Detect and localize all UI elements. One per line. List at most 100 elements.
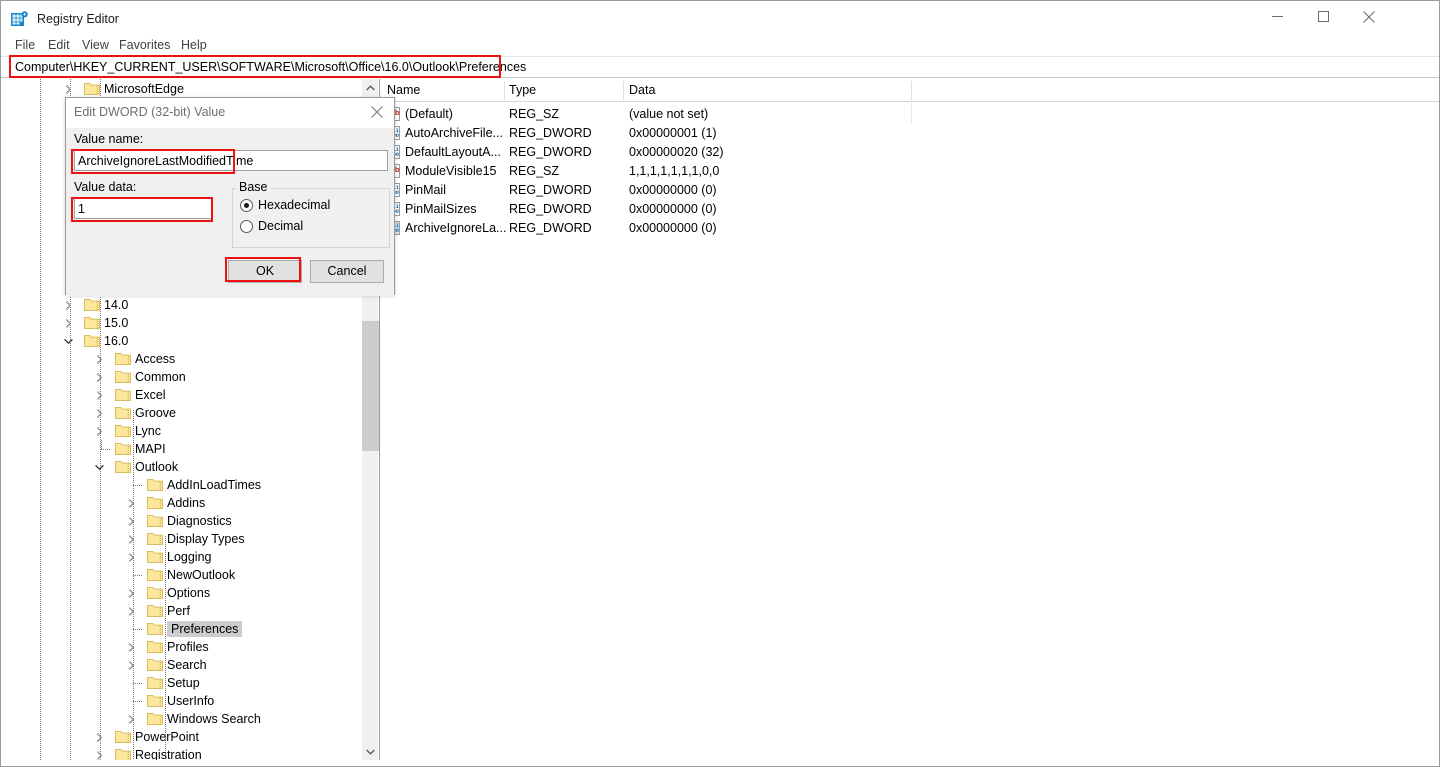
table-row[interactable]: ab(Default)REG_SZ(value not set): [381, 105, 1439, 124]
tree-item-outlook[interactable]: Outlook: [2, 458, 357, 476]
radio-mark-decimal[interactable]: [240, 219, 253, 233]
column-divider[interactable]: [504, 81, 505, 100]
tree-item-lync[interactable]: Lync: [2, 422, 357, 440]
chevron-right-icon[interactable]: [126, 642, 137, 653]
chevron-down-icon[interactable]: [94, 462, 105, 473]
tree-item-label: Common: [135, 370, 186, 384]
tree-item-excel[interactable]: Excel: [2, 386, 357, 404]
column-header-data[interactable]: Data: [629, 83, 655, 97]
table-row[interactable]: abModuleVisible15REG_SZ1,1,1,1,1,1,1,0,0: [381, 162, 1439, 181]
tree-item-powerpoint[interactable]: PowerPoint: [2, 728, 357, 746]
scroll-up-button[interactable]: [362, 79, 379, 96]
tree-item-userinfo[interactable]: UserInfo: [2, 692, 357, 710]
tree-item-newoutlook[interactable]: NewOutlook: [2, 566, 357, 584]
tree-item-windows-search[interactable]: Windows Search: [2, 710, 357, 728]
base-groupbox: [232, 188, 390, 248]
column-header-type[interactable]: Type: [509, 83, 536, 97]
tree-item-15-0[interactable]: 15.0: [2, 314, 357, 332]
menu-item-view[interactable]: View: [79, 37, 112, 53]
table-row[interactable]: 011100AutoArchiveFile...REG_DWORD0x00000…: [381, 124, 1439, 143]
chevron-right-icon[interactable]: [94, 408, 105, 419]
chevron-right-icon[interactable]: [126, 516, 137, 527]
tree-item-preferences[interactable]: Preferences: [2, 620, 357, 638]
chevron-right-icon[interactable]: [126, 714, 137, 725]
radio-decimal[interactable]: Decimal: [240, 219, 303, 233]
value-data-input[interactable]: [74, 198, 212, 219]
scroll-down-button[interactable]: [362, 743, 379, 760]
tree-item-logging[interactable]: Logging: [2, 548, 357, 566]
chevron-right-icon[interactable]: [126, 606, 137, 617]
tree-item-14-0[interactable]: 14.0: [2, 296, 357, 314]
tree-item-groove[interactable]: Groove: [2, 404, 357, 422]
table-row[interactable]: 011100PinMailREG_DWORD0x00000000 (0): [381, 181, 1439, 200]
menu-item-file[interactable]: File: [12, 37, 38, 53]
chevron-right-icon[interactable]: [126, 552, 137, 563]
value-name-input[interactable]: [74, 150, 388, 171]
tree-item-16-0[interactable]: 16.0: [2, 332, 357, 350]
folder-icon: [115, 442, 131, 455]
chevron-right-icon[interactable]: [126, 534, 137, 545]
chevron-right-icon[interactable]: [94, 354, 105, 365]
tree-item-diagnostics[interactable]: Diagnostics: [2, 512, 357, 530]
value-type-cell: REG_DWORD: [509, 221, 592, 235]
tree-item-setup[interactable]: Setup: [2, 674, 357, 692]
chevron-right-icon[interactable]: [126, 498, 137, 509]
tree-item-addins[interactable]: Addins: [2, 494, 357, 512]
tree-item-addinloadtimes[interactable]: AddInLoadTimes: [2, 476, 357, 494]
dialog-close-button[interactable]: [364, 101, 390, 123]
folder-icon: [147, 712, 163, 725]
cancel-button[interactable]: Cancel: [310, 260, 384, 283]
minimize-button[interactable]: [1254, 1, 1300, 32]
radio-label-hexadecimal: Hexadecimal: [258, 198, 331, 212]
chevron-right-icon[interactable]: [94, 732, 105, 743]
address-bar[interactable]: Computer\HKEY_CURRENT_USER\SOFTWARE\Micr…: [1, 56, 1439, 78]
chevron-down-icon[interactable]: [63, 336, 74, 347]
folder-icon: [147, 550, 163, 563]
table-row[interactable]: 011100ArchiveIgnoreLa...REG_DWORD0x00000…: [381, 219, 1439, 238]
value-data-cell: (value not set): [629, 107, 709, 121]
menu-item-edit[interactable]: Edit: [45, 37, 73, 53]
tree-item-search[interactable]: Search: [2, 656, 357, 674]
table-row[interactable]: 011100DefaultLayoutA...REG_DWORD0x000000…: [381, 143, 1439, 162]
folder-icon: [147, 586, 163, 599]
dialog-titlebar: Edit DWORD (32-bit) Value: [66, 98, 394, 128]
radio-mark-hexadecimal[interactable]: [240, 198, 253, 212]
chevron-right-icon[interactable]: [94, 390, 105, 401]
registry-editor-window: Registry Editor File Edit View Favorites…: [0, 0, 1440, 767]
menu-bar: File Edit View Favorites Help: [1, 34, 1439, 55]
column-header-name[interactable]: Name: [387, 83, 420, 97]
radio-hexadecimal[interactable]: Hexadecimal: [240, 198, 330, 212]
value-name-cell: DefaultLayoutA...: [405, 145, 501, 159]
address-path: Computer\HKEY_CURRENT_USER\SOFTWARE\Micr…: [15, 60, 527, 74]
scrollbar-thumb[interactable]: [362, 321, 379, 451]
tree-item-common[interactable]: Common: [2, 368, 357, 386]
column-divider[interactable]: [911, 81, 912, 100]
tree-item-perf[interactable]: Perf: [2, 602, 357, 620]
chevron-right-icon[interactable]: [94, 750, 105, 760]
tree-item-display-types[interactable]: Display Types: [2, 530, 357, 548]
tree-item-profiles[interactable]: Profiles: [2, 638, 357, 656]
chevron-right-icon[interactable]: [63, 318, 74, 329]
tree-item-registration[interactable]: Registration: [2, 746, 357, 760]
table-row[interactable]: 011100PinMailSizesREG_DWORD0x00000000 (0…: [381, 200, 1439, 219]
close-button[interactable]: [1346, 1, 1392, 32]
menu-item-help[interactable]: Help: [178, 37, 210, 53]
chevron-right-icon[interactable]: [63, 84, 74, 95]
column-divider[interactable]: [623, 81, 624, 100]
tree-item-microsoftedge[interactable]: MicrosoftEdge: [2, 80, 357, 98]
tree-item-mapi[interactable]: MAPI: [2, 440, 357, 458]
tree-item-label: Access: [135, 352, 176, 366]
chevron-right-icon[interactable]: [63, 300, 74, 311]
chevron-right-icon[interactable]: [94, 426, 105, 437]
tree-item-options[interactable]: Options: [2, 584, 357, 602]
ok-button[interactable]: OK: [228, 260, 302, 283]
tree-item-label: Addins: [167, 496, 206, 510]
chevron-right-icon[interactable]: [94, 372, 105, 383]
maximize-icon: [1317, 11, 1329, 22]
tree-item-access[interactable]: Access: [2, 350, 357, 368]
menu-item-favorites[interactable]: Favorites: [116, 37, 173, 53]
tree-item-label: PowerPoint: [135, 730, 199, 744]
maximize-button[interactable]: [1300, 1, 1346, 32]
chevron-right-icon[interactable]: [126, 660, 137, 671]
chevron-right-icon[interactable]: [126, 588, 137, 599]
